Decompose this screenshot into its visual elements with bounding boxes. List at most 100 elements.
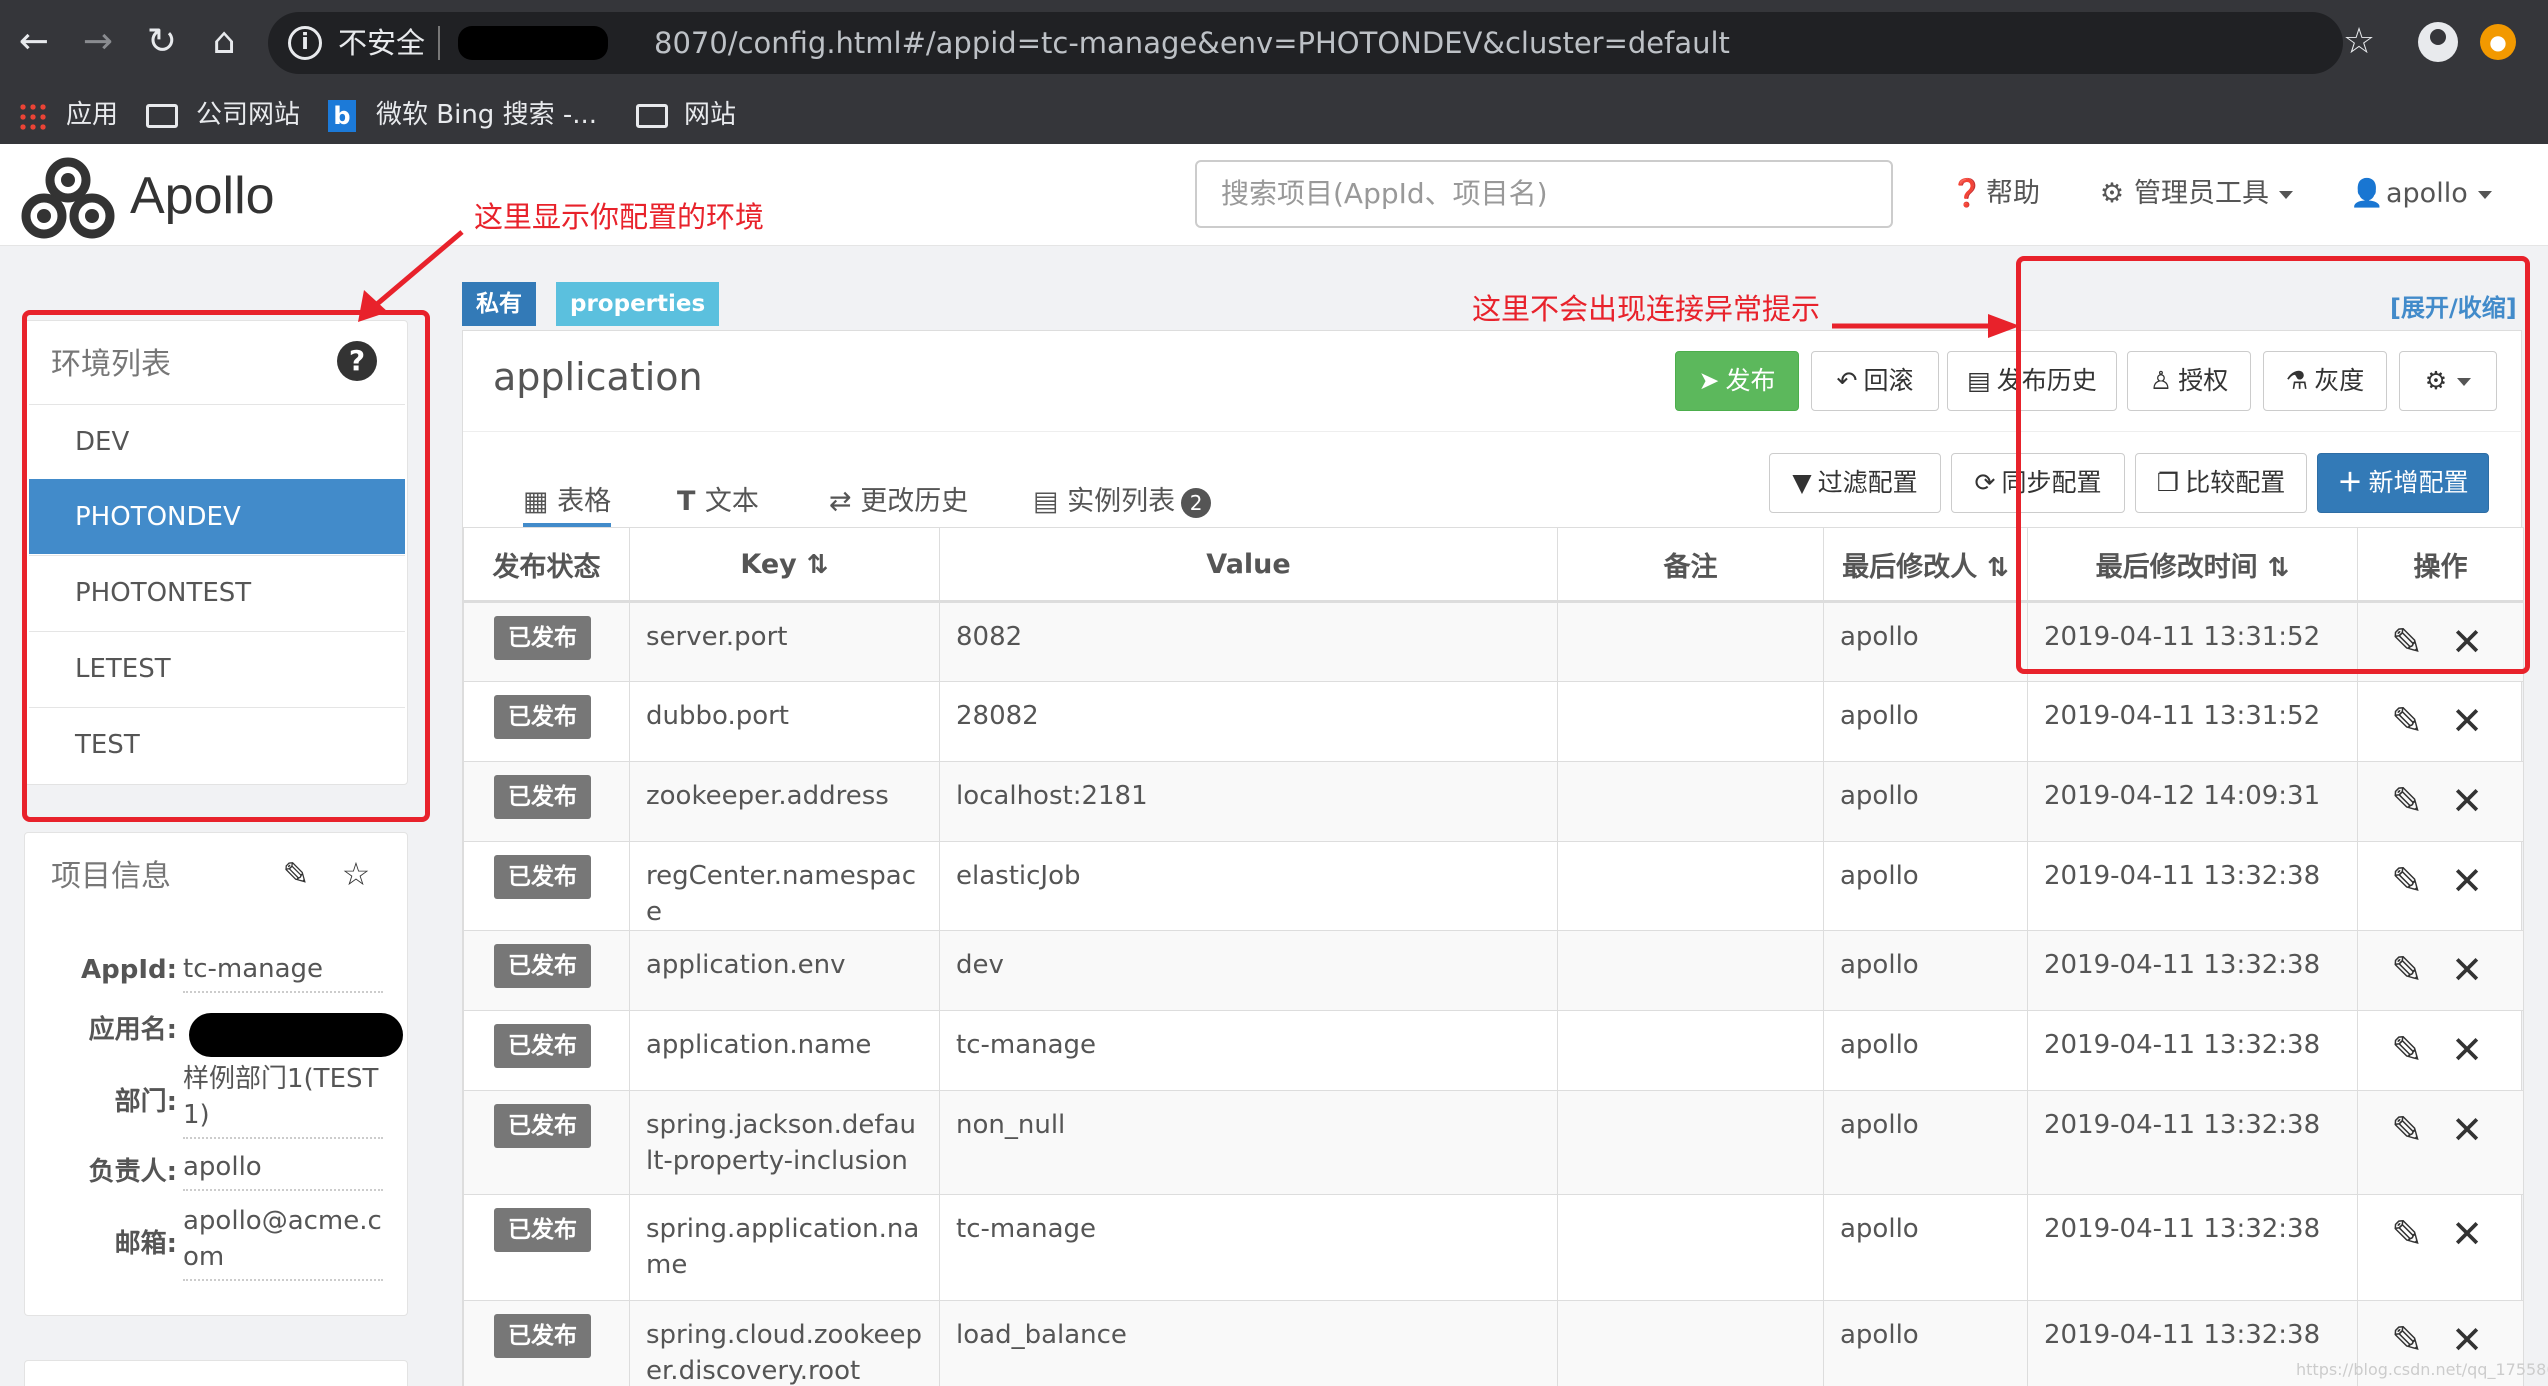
note-cell	[1557, 761, 1824, 842]
forward-icon[interactable]: →	[74, 18, 122, 66]
delete-icon[interactable]: ✕	[2446, 949, 2488, 991]
owner-label: 负责人:	[88, 1157, 177, 1187]
time-cell: 2019-04-11 13:32:38	[2027, 1090, 2358, 1195]
table-icon: ▦	[523, 486, 558, 517]
col-key[interactable]: Key ⇅	[629, 527, 940, 603]
folder-icon	[636, 104, 668, 128]
edit-icon[interactable]: ✎	[2386, 1029, 2428, 1071]
connection-annotation: 这里不会出现连接异常提示	[1472, 292, 1821, 326]
key-cell: spring.application.name	[629, 1194, 940, 1301]
delete-icon[interactable]: ✕	[2446, 700, 2488, 742]
apps-grid-icon[interactable]	[18, 102, 46, 130]
delete-icon[interactable]: ✕	[2446, 1109, 2488, 1151]
delete-icon[interactable]: ✕	[2446, 1213, 2488, 1255]
sort-icon[interactable]: ⇅	[1987, 553, 2009, 583]
help-link[interactable]: ❓帮助	[1950, 174, 2040, 214]
note-cell	[1557, 1300, 1824, 1386]
edit-icon[interactable]: ✎	[277, 855, 315, 893]
private-tag: 私有	[462, 282, 536, 326]
user-menu[interactable]: 👤apollo	[2350, 174, 2492, 214]
edit-icon[interactable]: ✎	[2386, 860, 2428, 902]
appid-label: AppId:	[80, 955, 177, 985]
url-text[interactable]: 8070/config.html#/appid=tc-manage&env=PH…	[654, 26, 1730, 60]
gear-icon: ⚙	[2099, 178, 2125, 209]
delete-icon[interactable]: ✕	[2446, 780, 2488, 822]
published-badge: 已发布	[494, 1104, 591, 1148]
note-cell	[1557, 1194, 1824, 1301]
edit-icon[interactable]: ✎	[2386, 1109, 2428, 1151]
published-badge: 已发布	[494, 1024, 591, 1068]
back-icon[interactable]: ←	[10, 18, 58, 66]
edit-icon[interactable]: ✎	[2386, 1319, 2428, 1361]
edit-icon[interactable]: ✎	[2386, 780, 2428, 822]
tab-text[interactable]: T 文本	[677, 477, 759, 527]
col-key-label: Key	[740, 548, 797, 580]
project-search-input[interactable]: 搜索项目(AppId、项目名)	[1195, 160, 1893, 228]
delete-icon[interactable]: ✕	[2446, 1319, 2488, 1361]
star-icon[interactable]: ☆	[337, 855, 375, 893]
tab-text-label: 文本	[704, 486, 759, 517]
admin-tools-label: 管理员工具	[2134, 178, 2269, 209]
key-cell: spring.cloud.zookeeper.discovery.root	[629, 1300, 940, 1386]
edit-icon[interactable]: ✎	[2386, 700, 2428, 742]
tab-change-history[interactable]: ⇄ 更改历史	[829, 477, 968, 527]
bookmark-company[interactable]: 公司网站	[196, 96, 300, 134]
bookmark-star-icon[interactable]: ☆	[2335, 18, 2383, 66]
edit-icon[interactable]: ✎	[2386, 1213, 2428, 1255]
time-cell: 2019-04-11 13:32:38	[2027, 841, 2358, 931]
delete-icon[interactable]: ✕	[2446, 1029, 2488, 1071]
instance-count-badge: 2	[1181, 487, 1212, 518]
key-cell: regCenter.namespace	[629, 841, 940, 931]
apollo-logo-icon[interactable]	[18, 150, 118, 242]
reload-icon[interactable]: ↻	[138, 18, 186, 66]
home-icon[interactable]: ⌂	[200, 18, 248, 66]
sort-icon[interactable]: ⇅	[807, 550, 829, 580]
profile-icon[interactable]	[2418, 22, 2458, 62]
table-row: 已发布 dubbo.port 28082 apollo 2019-04-11 13:31…	[463, 681, 2524, 762]
edit-icon[interactable]: ✎	[2386, 949, 2428, 991]
value-cell: elasticJob	[939, 841, 1558, 931]
time-cell: 2019-04-12 14:09:31	[2027, 761, 2358, 842]
info-icon[interactable]: i	[288, 26, 322, 60]
actions-cell: ✎ ✕	[2357, 930, 2524, 1011]
status-cell: 已发布	[463, 1090, 630, 1195]
list-icon: ▤	[1033, 486, 1068, 517]
filter-config-button[interactable]: ▼ 过滤配置	[1769, 453, 1941, 513]
namespace-title: application	[493, 355, 703, 399]
refresh-icon: ⟳	[1974, 468, 1996, 497]
bookmark-sites[interactable]: 网站	[684, 96, 736, 134]
table-row: 已发布 regCenter.namespace elasticJob apollo 20…	[463, 841, 2524, 931]
admin-tools-menu[interactable]: ⚙ 管理员工具	[2098, 174, 2293, 214]
time-highlight-box	[2016, 256, 2530, 674]
note-cell	[1557, 681, 1824, 762]
filter-icon: ▼	[1792, 468, 1812, 497]
logo-text[interactable]: Apollo	[130, 166, 275, 226]
status-cell: 已发布	[463, 930, 630, 1011]
actions-cell: ✎ ✕	[2357, 1194, 2524, 1301]
bookmark-bing[interactable]: 微软 Bing 搜索 -...	[376, 96, 597, 134]
tab-table-label: 表格	[557, 486, 612, 517]
modifier-cell: apollo	[1823, 1010, 2028, 1091]
modifier-cell: apollo	[1823, 681, 2028, 762]
send-icon: ➤	[1698, 366, 1720, 395]
tab-instances[interactable]: ▤ 实例列表 2	[1033, 477, 1212, 527]
publish-label: 发布	[1725, 366, 1776, 395]
exchange-icon: ⇄	[829, 486, 861, 517]
modifier-cell: apollo	[1823, 1300, 2028, 1386]
delete-icon[interactable]: ✕	[2446, 860, 2488, 902]
published-badge: 已发布	[494, 1314, 591, 1358]
value-cell: tc-manage	[939, 1010, 1558, 1091]
time-cell: 2019-04-11 13:31:52	[2027, 681, 2358, 762]
status-cell: 已发布	[463, 1010, 630, 1091]
rollback-button[interactable]: ↶ 回滚	[1811, 351, 1939, 411]
folder-icon	[146, 104, 178, 128]
key-cell: application.name	[629, 1010, 940, 1091]
question-circle-icon: ❓	[1950, 178, 1984, 209]
tab-table[interactable]: ▦ 表格	[523, 477, 612, 527]
extension-icon[interactable]: ●	[2480, 24, 2516, 60]
col-modifier[interactable]: 最后修改人 ⇅	[1823, 527, 2028, 603]
publish-button[interactable]: ➤ 发布	[1675, 351, 1799, 411]
bookmark-apps[interactable]: 应用	[66, 96, 118, 134]
address-bar[interactable]: i 不安全 8070/config.html#/appid=tc-manage&…	[268, 12, 2343, 74]
env-highlight-box	[22, 310, 430, 822]
